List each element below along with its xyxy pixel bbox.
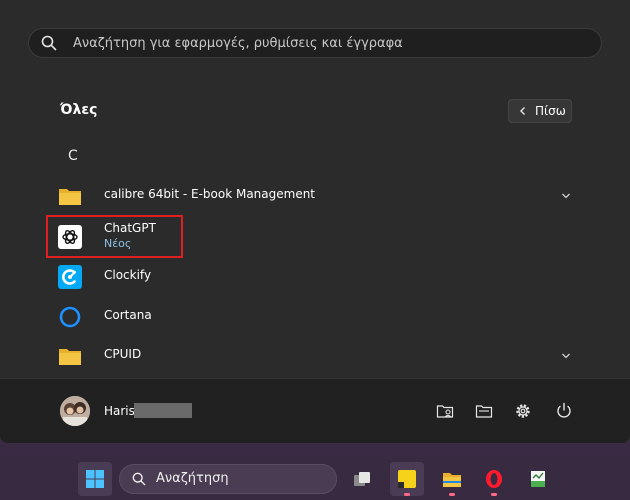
app-label: Clockify bbox=[104, 268, 152, 282]
taskbar-search-label: Αναζήτηση bbox=[156, 471, 229, 486]
start-button[interactable] bbox=[78, 462, 112, 496]
app-item-cortana[interactable]: Cortana bbox=[48, 300, 578, 334]
app-item-calibre[interactable]: calibre 64bit - E-book Management bbox=[48, 179, 578, 213]
app-label: Cortana bbox=[104, 308, 152, 322]
search-placeholder: Αναζήτηση για εφαρμογές, ρυθμίσεις και έ… bbox=[73, 36, 403, 51]
taskbar-search[interactable]: Αναζήτηση bbox=[119, 464, 337, 494]
power-icon[interactable] bbox=[555, 402, 573, 420]
windows-logo-icon bbox=[86, 470, 104, 488]
app-label: calibre 64bit - E-book Management bbox=[104, 187, 316, 201]
app-label: CPUID bbox=[104, 347, 142, 361]
opera-icon bbox=[486, 470, 502, 488]
clockify-icon bbox=[58, 265, 82, 289]
app-item-clockify[interactable]: Clockify bbox=[48, 260, 578, 294]
start-menu: Αναζήτηση για εφαρμογές, ρυθμίσεις και έ… bbox=[0, 0, 630, 443]
task-view-icon bbox=[354, 472, 370, 486]
cortana-icon bbox=[59, 306, 81, 328]
file-explorer-taskbar-button[interactable] bbox=[435, 462, 469, 496]
settings-gear-icon[interactable] bbox=[514, 402, 532, 420]
user-name: Haris bbox=[104, 404, 135, 418]
app-taskbar-button[interactable] bbox=[521, 462, 555, 496]
chevron-down-icon[interactable] bbox=[560, 190, 572, 202]
running-indicator bbox=[449, 493, 455, 496]
letter-group-header[interactable]: C bbox=[68, 148, 78, 164]
running-indicator bbox=[404, 493, 410, 496]
opera-button[interactable] bbox=[477, 462, 511, 496]
folder-icon bbox=[59, 189, 81, 205]
search-input[interactable]: Αναζήτηση για εφαρμογές, ρυθμίσεις και έ… bbox=[28, 28, 602, 58]
taskbar: Αναζήτηση bbox=[0, 456, 630, 500]
running-indicator bbox=[491, 493, 497, 496]
highlight-box bbox=[46, 215, 183, 258]
task-view-button[interactable] bbox=[345, 462, 379, 496]
chevron-left-icon bbox=[520, 107, 525, 115]
sticky-notes-button[interactable] bbox=[390, 462, 424, 496]
search-icon bbox=[41, 35, 57, 51]
search-icon bbox=[132, 472, 146, 486]
documents-folder-icon[interactable] bbox=[436, 402, 454, 420]
editor-app-icon bbox=[531, 471, 545, 487]
back-button-label: Πίσω bbox=[535, 104, 566, 118]
back-button[interactable]: Πίσω bbox=[508, 99, 572, 123]
start-footer: Haris bbox=[0, 378, 630, 443]
chevron-down-icon[interactable] bbox=[560, 350, 572, 362]
sticky-notes-icon bbox=[398, 470, 416, 488]
avatar[interactable] bbox=[60, 396, 90, 426]
folder-icon bbox=[443, 473, 461, 487]
redacted-name bbox=[134, 403, 192, 418]
folder-icon bbox=[59, 349, 81, 365]
avatar-image bbox=[60, 396, 90, 426]
app-item-cpuid[interactable]: CPUID bbox=[48, 339, 578, 373]
all-apps-title: Όλες bbox=[60, 102, 98, 118]
file-explorer-icon[interactable] bbox=[475, 402, 493, 420]
